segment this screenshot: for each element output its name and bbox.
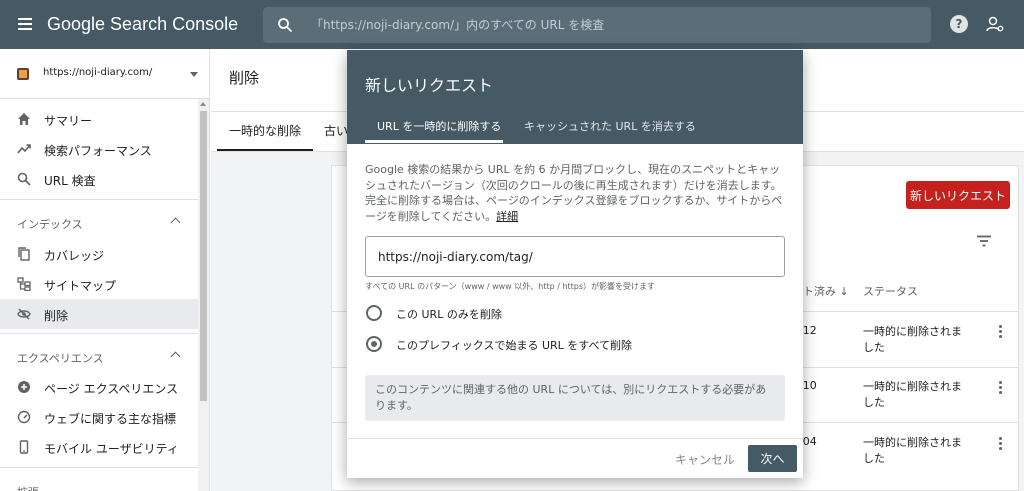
radio-button[interactable] [366,305,382,321]
page-title: 削除 [229,69,260,87]
sidebar-item-core-web-vitals[interactable]: ウェブに関する主な指標 [0,402,198,432]
sidebar-item-summary[interactable]: サマリー [0,104,198,134]
sidebar-divider [0,467,198,468]
sidebar-section-extensions[interactable]: 拡張 [0,475,198,491]
scroll-up-arrow-icon[interactable] [200,102,206,106]
gauge-icon [17,410,31,424]
sidebar-item-label: URL 検査 [44,174,96,188]
sitemap-icon [17,277,31,291]
table-cell-status: 一時的に削除されました [863,380,962,409]
help-icon[interactable]: ? [950,15,968,33]
sidebar-item-page-experience[interactable]: ページ エクスペリエンス [0,372,198,402]
app-title[interactable]: Google Search Console [47,14,238,35]
sidebar-section-experience[interactable]: エクスペリエンス [0,341,198,371]
dialog-header: 新しいリクエスト URL を一時的に削除する キャッシュされた URL を消去す… [347,50,803,144]
next-button[interactable]: 次へ [748,445,797,472]
dialog-title: 新しいリクエスト [365,76,494,95]
sidebar-divider [0,199,198,200]
info-note: このコンテンツに関連する他の URL については、別にリクエストする必要がありま… [365,375,785,421]
phone-icon [19,440,29,454]
sidebar-item-label: 削除 [44,309,69,323]
more-vert-icon[interactable] [999,325,1003,339]
dialog-description: Google 検索の結果から URL を約 6 か月間ブロックし、現在のスニペッ… [365,162,785,224]
sidebar-item-removals[interactable]: 削除 [0,299,198,329]
active-tab-indicator [365,140,503,143]
more-vert-icon[interactable] [999,437,1003,451]
tab-temporary-removals[interactable]: 一時的な削除 [229,122,301,139]
section-label: 拡張 [17,484,39,491]
column-header-submitted[interactable]: ト済み ↓ [803,283,849,299]
radio-button-checked[interactable] [366,336,382,352]
sidebar-item-label: カバレッジ [44,249,105,263]
radio-label: この URL のみを削除 [396,308,502,321]
table-cell-status: 一時的に削除されました [863,325,962,354]
sidebar-item-mobile-usability[interactable]: モバイル ユーザビリティ [0,432,198,462]
cancel-button[interactable]: キャンセル [669,449,741,469]
filter-icon[interactable] [976,235,992,247]
home-icon [18,113,30,125]
plus-circle-icon [18,381,30,393]
description-text: Google 検索の結果から URL を約 6 か月間ブロックし、現在のスニペッ… [365,163,783,223]
url-pattern-hint: すべての URL のパターン（www / www 以外、http / https… [365,282,656,291]
sidebar-scrollbar[interactable] [198,99,209,491]
sidebar-item-label: サイトマップ [44,279,117,293]
tab-outdated-content[interactable]: 古い [324,122,348,139]
site-favicon-icon [17,68,29,80]
eye-off-icon [17,308,31,320]
sidebar-divider [0,333,198,334]
sidebar-item-label: 検索パフォーマンス [44,144,152,158]
section-label: インデックス [17,218,83,231]
sidebar-item-coverage[interactable]: カバレッジ [0,239,198,269]
sidebar-section-index[interactable]: インデックス [0,207,198,237]
new-request-button[interactable]: 新しいリクエスト [906,181,1010,209]
table-cell-status: 一時的に削除されました [863,436,962,465]
trending-icon [17,144,31,154]
search-icon [278,18,293,33]
property-url: https://noji-diary.com/ [43,67,153,78]
sidebar: https://noji-diary.com/ サマリー 検索パフォーマンス U… [0,49,210,491]
chevron-up-icon [170,351,181,362]
chevron-down-icon [190,72,198,77]
new-request-dialog: 新しいリクエスト URL を一時的に削除する キャッシュされた URL を消去す… [347,50,803,478]
chevron-up-icon [170,217,181,228]
more-vert-icon[interactable] [999,381,1003,395]
sidebar-item-label: サマリー [44,114,93,128]
search-input[interactable] [311,15,911,35]
sidebar-item-sitemaps[interactable]: サイトマップ [0,269,198,299]
url-input[interactable] [365,236,785,277]
sidebar-item-label: モバイル ユーザビリティ [44,442,179,456]
footer-divider [347,438,803,439]
account-settings-icon[interactable] [985,14,1005,34]
sidebar-item-label: ページ エクスペリエンス [44,382,179,396]
copy-icon [18,247,30,261]
details-link[interactable]: 詳細 [496,210,518,223]
sidebar-item-label: ウェブに関する主な指標 [44,412,177,426]
property-selector[interactable]: https://noji-diary.com/ [0,49,209,99]
search-icon [17,172,31,186]
url-inspection-search[interactable] [263,7,931,43]
tab-clear-cached-url[interactable]: キャッシュされた URL を消去する [524,118,696,134]
column-header-status: ステータス [863,285,918,298]
top-app-bar: Google Search Console ? [0,0,1024,49]
radio-label: このプレフィックスで始まる URL をすべて削除 [396,339,633,352]
tab-temporarily-remove-url[interactable]: URL を一時的に削除する [377,118,501,134]
sidebar-item-performance[interactable]: 検索パフォーマンス [0,134,198,164]
section-label: エクスペリエンス [17,352,104,365]
sidebar-item-url-inspection[interactable]: URL 検査 [0,164,198,194]
scrollbar-thumb[interactable] [200,111,207,401]
menu-icon[interactable] [18,18,32,30]
